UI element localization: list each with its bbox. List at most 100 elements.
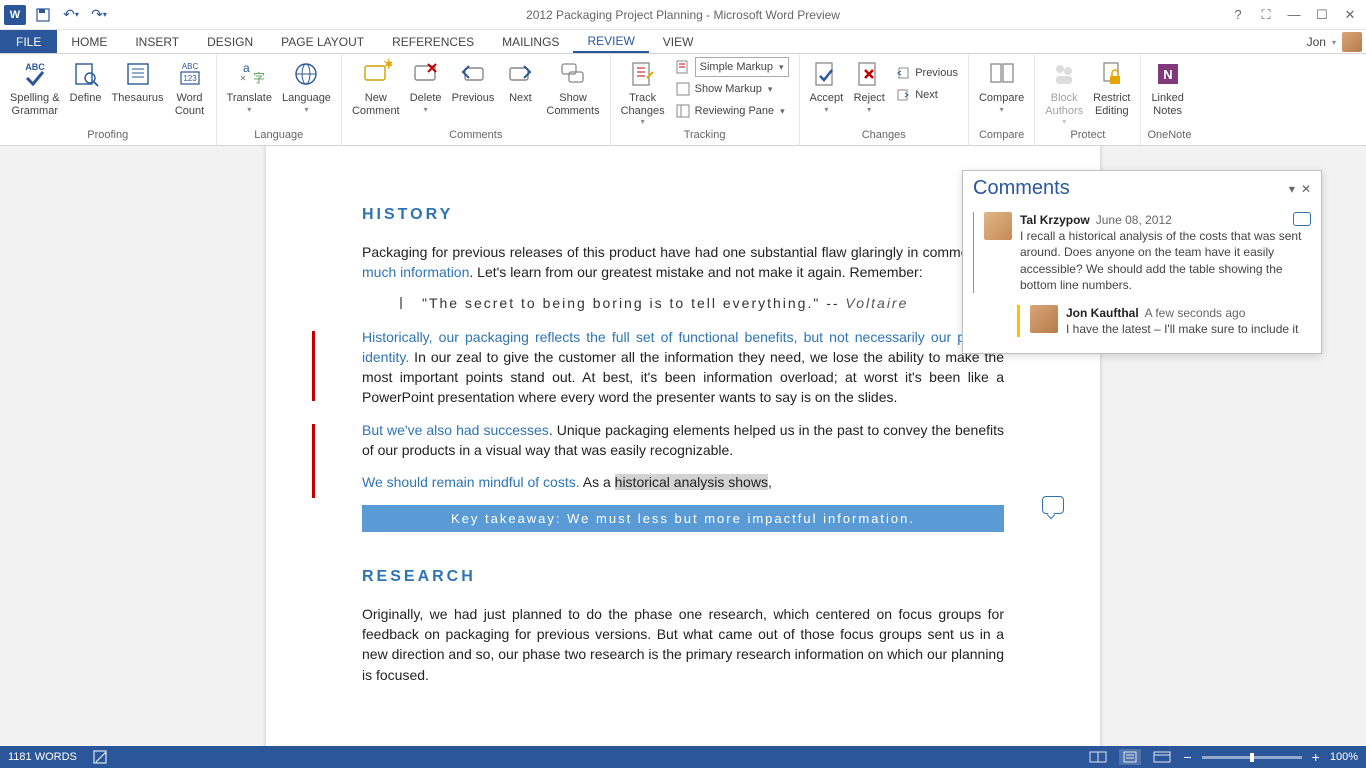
comment-stripe bbox=[973, 212, 974, 293]
reviewing-pane-button[interactable]: Reviewing Pane bbox=[671, 100, 793, 122]
spelling-grammar-button[interactable]: ABC Spelling & Grammar bbox=[6, 56, 64, 119]
accept-button[interactable]: Accept▾ bbox=[806, 56, 848, 116]
paragraph: We should remain mindful of costs. As a … bbox=[362, 472, 1004, 492]
delete-comment-icon bbox=[410, 58, 442, 90]
linked-notes-button[interactable]: N Linked Notes bbox=[1147, 56, 1187, 119]
tab-references[interactable]: REFERENCES bbox=[378, 30, 488, 53]
track-changes-button[interactable]: Track Changes▾ bbox=[617, 56, 669, 128]
web-layout-icon[interactable] bbox=[1151, 749, 1173, 765]
comments-pane: Comments ▾ ✕ Tal KrzypowJune 08, 2012 I … bbox=[962, 170, 1322, 354]
revision-bar[interactable] bbox=[312, 331, 315, 401]
define-icon bbox=[70, 58, 102, 90]
next-comment-button[interactable]: Next bbox=[500, 56, 540, 107]
show-comments-button[interactable]: Show Comments bbox=[542, 56, 603, 119]
zoom-slider[interactable] bbox=[1202, 756, 1302, 759]
collapse-icon[interactable]: ▾ bbox=[1289, 182, 1295, 196]
show-markup-button[interactable]: Show Markup bbox=[671, 78, 793, 100]
proofing-status-icon[interactable] bbox=[93, 750, 109, 764]
group-label: Proofing bbox=[6, 129, 210, 145]
group-label: Protect bbox=[1041, 129, 1134, 145]
group-compare: Compare▾ Compare bbox=[969, 54, 1035, 145]
language-button[interactable]: Language▾ bbox=[278, 56, 335, 116]
tab-mailings[interactable]: MAILINGS bbox=[488, 30, 573, 53]
app-icon: W bbox=[4, 5, 26, 25]
markup-combo[interactable]: Simple Markup bbox=[671, 56, 793, 78]
next-change-button[interactable]: Next bbox=[891, 84, 962, 106]
comment-author: Tal Krzypow bbox=[1020, 213, 1090, 227]
translate-button[interactable]: a字 Translate▾ bbox=[223, 56, 276, 116]
zoom-level[interactable]: 100% bbox=[1330, 751, 1358, 763]
tab-insert[interactable]: INSERT bbox=[121, 30, 193, 53]
tab-design[interactable]: DESIGN bbox=[193, 30, 267, 53]
comment-stripe bbox=[1017, 305, 1020, 337]
next-change-icon bbox=[895, 87, 911, 103]
block-quote: "The secret to being boring is to tell e… bbox=[362, 295, 1004, 311]
ribbon: ABC Spelling & Grammar Define Thesaurus … bbox=[0, 54, 1366, 146]
previous-icon bbox=[457, 58, 489, 90]
new-comment-icon: ✶ bbox=[360, 58, 392, 90]
compare-button[interactable]: Compare▾ bbox=[975, 56, 1028, 116]
word-count-button[interactable]: ABC123 Word Count bbox=[170, 56, 210, 119]
zoom-out-button[interactable]: − bbox=[1183, 749, 1191, 765]
reject-button[interactable]: Reject▾ bbox=[849, 56, 889, 116]
zoom-in-button[interactable]: + bbox=[1312, 749, 1320, 765]
group-language: a字 Translate▾ Language▾ Language bbox=[217, 54, 342, 145]
window-title: 2012 Packaging Project Planning - Micros… bbox=[526, 8, 840, 22]
heading-history: HISTORY bbox=[362, 206, 1004, 224]
svg-text:N: N bbox=[1163, 67, 1172, 82]
redo-icon[interactable]: ↷▾ bbox=[88, 4, 110, 26]
undo-icon[interactable]: ↶▾ bbox=[60, 4, 82, 26]
close-icon[interactable]: ✕ bbox=[1338, 5, 1362, 25]
highlighted-text: historical analysis shows bbox=[615, 474, 768, 490]
previous-change-button[interactable]: Previous bbox=[891, 62, 962, 84]
svg-text:字: 字 bbox=[253, 70, 265, 85]
tab-file[interactable]: FILE bbox=[0, 30, 57, 53]
minimize-icon[interactable]: — bbox=[1282, 5, 1306, 25]
close-pane-icon[interactable]: ✕ bbox=[1301, 182, 1311, 196]
paragraph: Historically, our packaging reflects the… bbox=[362, 327, 1004, 408]
tab-home[interactable]: HOME bbox=[57, 30, 121, 53]
restrict-editing-button[interactable]: Restrict Editing bbox=[1089, 56, 1134, 119]
word-count-icon: ABC123 bbox=[174, 58, 206, 90]
maximize-icon[interactable]: ☐ bbox=[1310, 5, 1334, 25]
ribbon-display-icon[interactable]: ⛶ bbox=[1254, 5, 1278, 25]
svg-text:123: 123 bbox=[183, 74, 197, 83]
ribbon-tabs: FILE HOME INSERT DESIGN PAGE LAYOUT REFE… bbox=[0, 30, 1366, 54]
save-icon[interactable] bbox=[32, 4, 54, 26]
word-count-status[interactable]: 1181 WORDS bbox=[8, 751, 77, 763]
comment-date: A few seconds ago bbox=[1145, 306, 1246, 320]
group-proofing: ABC Spelling & Grammar Define Thesaurus … bbox=[0, 54, 217, 145]
block-authors-button[interactable]: Block Authors▾ bbox=[1041, 56, 1087, 128]
read-mode-icon[interactable] bbox=[1087, 749, 1109, 765]
user-menu[interactable]: Jon ▾ bbox=[1307, 30, 1362, 54]
thesaurus-icon bbox=[122, 58, 154, 90]
print-layout-icon[interactable] bbox=[1119, 749, 1141, 765]
comment-indicator-icon[interactable] bbox=[1042, 496, 1064, 514]
group-comments: ✶ New Comment Delete▾ Previous Next Show… bbox=[342, 54, 611, 145]
translate-icon: a字 bbox=[233, 58, 265, 90]
user-name: Jon bbox=[1307, 35, 1326, 49]
restrict-editing-icon bbox=[1096, 58, 1128, 90]
show-comments-icon bbox=[557, 58, 589, 90]
help-icon[interactable]: ? bbox=[1226, 5, 1250, 25]
previous-comment-button[interactable]: Previous bbox=[448, 56, 499, 107]
abc-check-icon: ABC bbox=[19, 58, 51, 90]
thesaurus-button[interactable]: Thesaurus bbox=[108, 56, 168, 107]
tab-page-layout[interactable]: PAGE LAYOUT bbox=[267, 30, 378, 53]
svg-text:ABC: ABC bbox=[25, 62, 45, 72]
group-label: Tracking bbox=[617, 129, 793, 145]
tab-review[interactable]: REVIEW bbox=[573, 30, 648, 53]
delete-comment-button[interactable]: Delete▾ bbox=[406, 56, 446, 116]
new-comment-button[interactable]: ✶ New Comment bbox=[348, 56, 404, 119]
define-button[interactable]: Define bbox=[66, 56, 106, 107]
document-area[interactable]: HISTORY Packaging for previous releases … bbox=[0, 146, 1366, 746]
revision-bar[interactable] bbox=[312, 424, 315, 498]
comment-text: I recall a historical analysis of the co… bbox=[1020, 229, 1301, 292]
paragraph: Packaging for previous releases of this … bbox=[362, 242, 1004, 283]
heading-research: RESEARCH bbox=[362, 568, 1004, 586]
svg-text:✶: ✶ bbox=[383, 58, 392, 72]
comment-reply-item[interactable]: Jon KaufthalA few seconds ago I have the… bbox=[1007, 301, 1321, 353]
tab-view[interactable]: VIEW bbox=[649, 30, 708, 53]
reply-icon[interactable] bbox=[1293, 212, 1311, 226]
comment-item[interactable]: Tal KrzypowJune 08, 2012 I recall a hist… bbox=[963, 208, 1321, 301]
